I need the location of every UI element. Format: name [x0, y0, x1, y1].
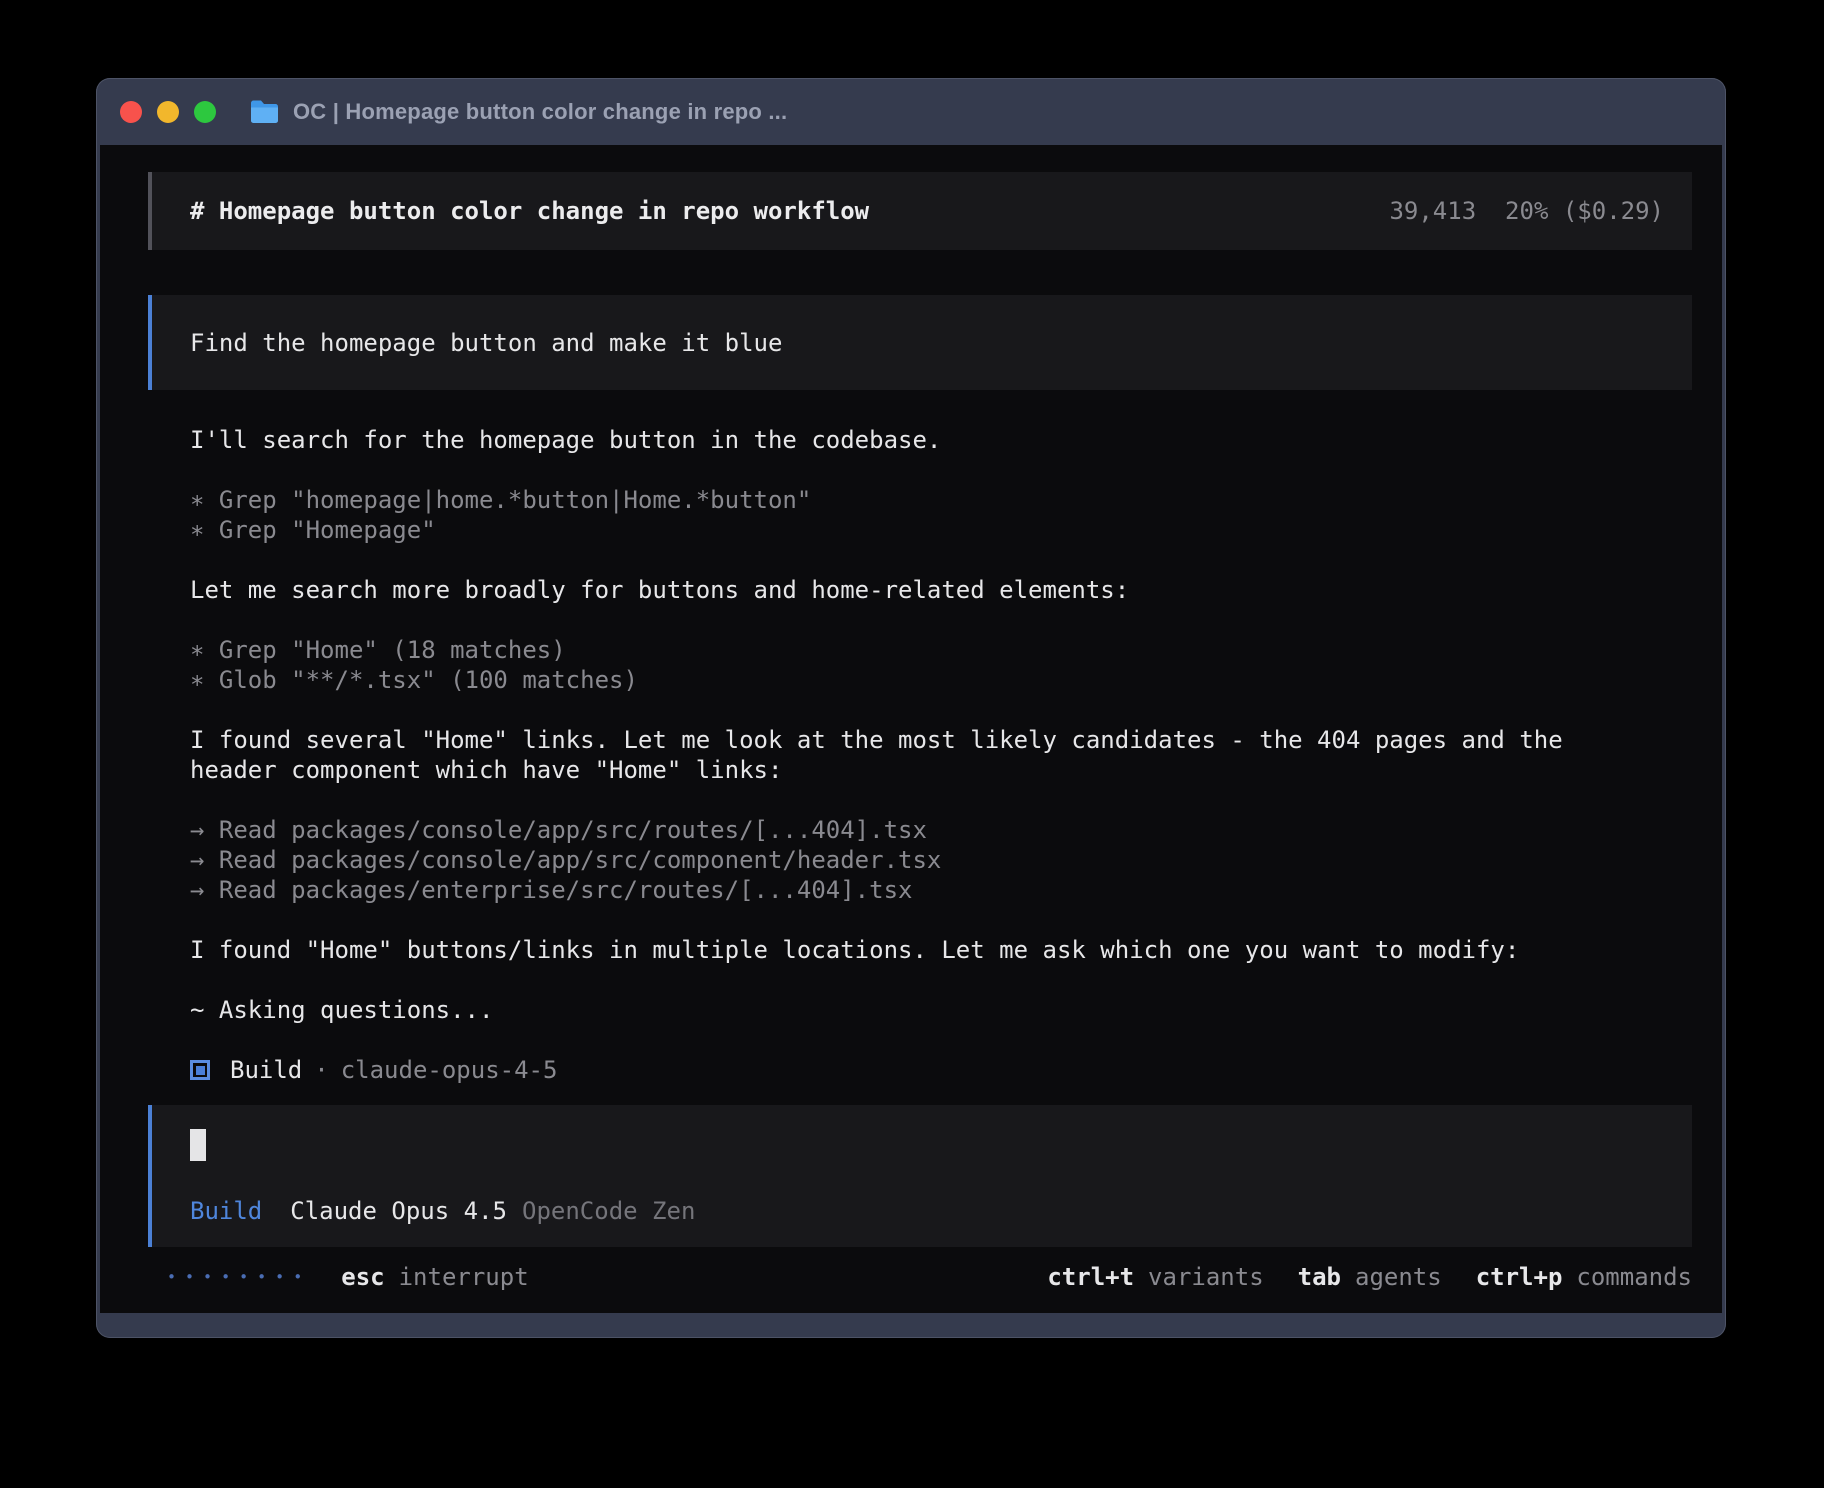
input-model-label[interactable]: Claude Opus 4.5 [290, 1196, 507, 1226]
agent-name: Build [230, 1055, 302, 1085]
message-line: I found several "Home" links. Let me loo… [190, 725, 1670, 755]
message-line: I'll search for the homepage button in t… [190, 425, 1670, 455]
text-cursor [190, 1129, 206, 1161]
folder-icon [249, 99, 280, 124]
prompt-input[interactable]: Build Claude Opus 4.5 OpenCode Zen [148, 1105, 1692, 1247]
status-line: ~ Asking questions... [190, 995, 1670, 1025]
tool-call-group: → Read packages/console/app/src/routes/[… [190, 815, 1670, 905]
model-name: claude-opus-4-5 [341, 1055, 558, 1085]
tool-call-line: ∗ Glob "**/*.tsx" (100 matches) [190, 665, 1670, 695]
assistant-message: Let me search more broadly for buttons a… [190, 575, 1670, 605]
hint-agents: tab agents [1298, 1263, 1442, 1291]
message-line: I found "Home" buttons/links in multiple… [190, 935, 1670, 965]
tool-call-line: ∗ Grep "Home" (18 matches) [190, 635, 1670, 665]
minimize-button[interactable] [157, 101, 179, 123]
assistant-message: I found "Home" buttons/links in multiple… [190, 935, 1670, 965]
user-message-panel: Find the homepage button and make it blu… [148, 295, 1692, 390]
conversation: I'll search for the homepage button in t… [190, 425, 1670, 1085]
input-meta-row: Build Claude Opus 4.5 OpenCode Zen [190, 1196, 1664, 1226]
hint-label-interrupt: interrupt [399, 1263, 529, 1291]
read-file-line: → Read packages/console/app/src/componen… [190, 845, 1670, 875]
hint-label-agents: agents [1355, 1263, 1442, 1291]
hint-key-ctrl-p: ctrl+p [1476, 1263, 1563, 1291]
hint-key-ctrl-t: ctrl+t [1047, 1263, 1134, 1291]
hint-key-esc: esc [341, 1263, 384, 1291]
tool-call-group: ∗ Grep "Home" (18 matches) ∗ Glob "**/*.… [190, 635, 1670, 695]
close-button[interactable] [120, 101, 142, 123]
session-title: # Homepage button color change in repo w… [190, 197, 1389, 225]
status-bar: •••••••• esc interrupt ctrl+t variants t… [148, 1262, 1692, 1292]
assistant-status: ~ Asking questions... [190, 995, 1670, 1025]
hint-key-tab: tab [1298, 1263, 1341, 1291]
badge-separator: · [314, 1055, 328, 1085]
assistant-message: I found several "Home" links. Let me loo… [190, 725, 1670, 785]
hint-interrupt: esc interrupt [341, 1263, 528, 1291]
build-agent-icon [190, 1060, 210, 1080]
hint-commands: ctrl+p commands [1476, 1263, 1692, 1291]
input-agent-label[interactable]: Build [190, 1196, 262, 1226]
window-title: OC | Homepage button color change in rep… [293, 99, 787, 125]
zoom-button[interactable] [194, 101, 216, 123]
session-stats: 39,413 20% ($0.29) [1389, 197, 1664, 225]
agent-badge: Build · claude-opus-4-5 [190, 1055, 1670, 1085]
message-line: header component which have "Home" links… [190, 755, 1670, 785]
tool-call-group: ∗ Grep "homepage|home.*button|Home.*butt… [190, 485, 1670, 545]
hints-right-group: ctrl+t variants tab agents ctrl+p comman… [1047, 1263, 1692, 1291]
spinner-dots: •••••••• [167, 1262, 311, 1292]
titlebar[interactable]: OC | Homepage button color change in rep… [96, 78, 1726, 145]
read-file-line: → Read packages/enterprise/src/routes/[.… [190, 875, 1670, 905]
session-header-panel: # Homepage button color change in repo w… [148, 172, 1692, 250]
assistant-message: I'll search for the homepage button in t… [190, 425, 1670, 455]
read-file-line: → Read packages/console/app/src/routes/[… [190, 815, 1670, 845]
hint-label-commands: commands [1576, 1263, 1692, 1291]
input-provider-label: OpenCode Zen [522, 1196, 695, 1226]
tool-call-line: ∗ Grep "homepage|home.*button|Home.*butt… [190, 485, 1670, 515]
terminal-content: # Homepage button color change in repo w… [100, 145, 1722, 1313]
hint-variants: ctrl+t variants [1047, 1263, 1263, 1291]
terminal-window: OC | Homepage button color change in rep… [96, 78, 1726, 1338]
hint-label-variants: variants [1148, 1263, 1264, 1291]
tool-call-line: ∗ Grep "Homepage" [190, 515, 1670, 545]
message-line: Let me search more broadly for buttons a… [190, 575, 1670, 605]
user-message-text: Find the homepage button and make it blu… [190, 329, 782, 357]
